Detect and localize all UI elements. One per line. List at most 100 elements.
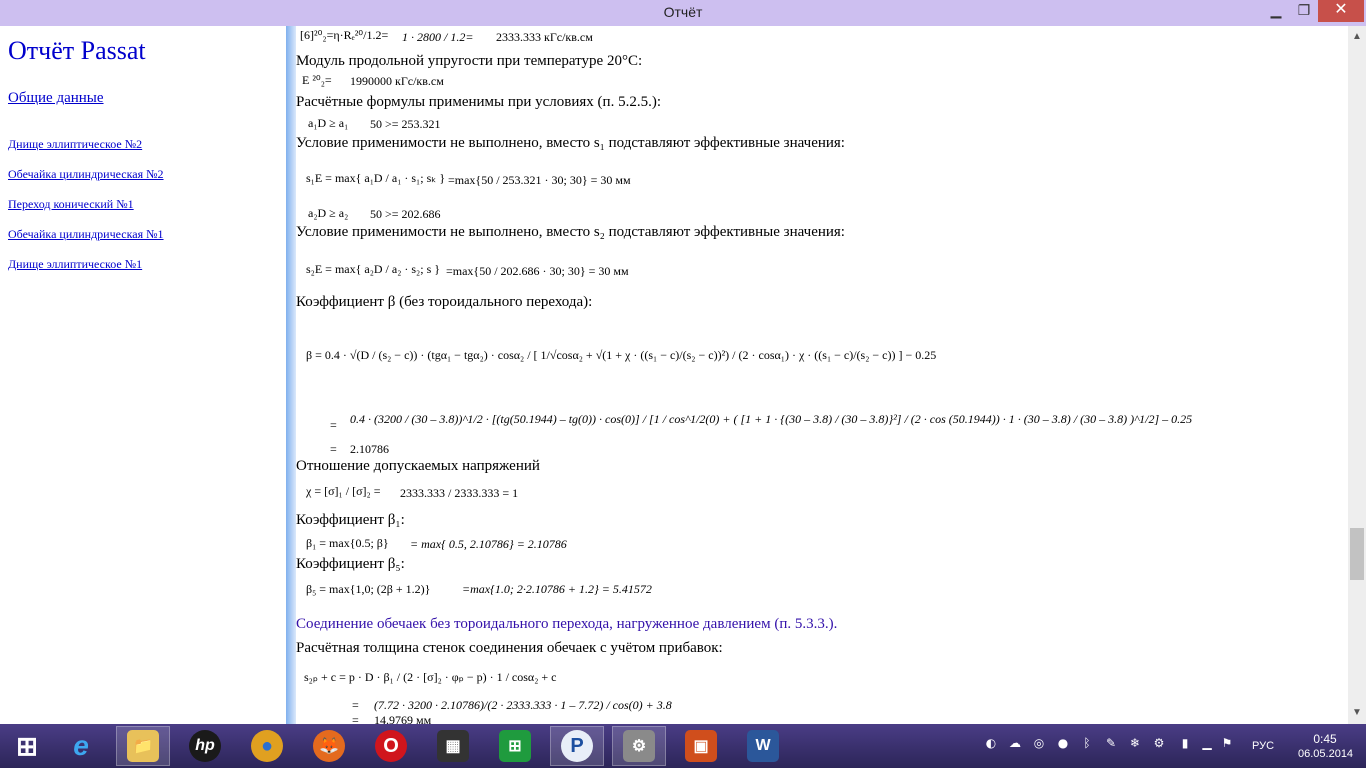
opera-icon: O — [375, 730, 407, 762]
section-heading: Условие применимости не выполнено, вмест… — [296, 224, 845, 240]
formula-result: 50 >= 202.686 — [370, 207, 441, 221]
formula-line: a₂D ≥ a₂ — [308, 206, 349, 220]
taskbar-store[interactable]: ⊞ — [488, 726, 542, 766]
language-indicator[interactable]: РУС — [1252, 740, 1274, 752]
taskbar-word[interactable]: W — [736, 726, 790, 766]
sidebar-link-cylinder-shell-1[interactable]: Обечайка цилиндрическая №1 — [8, 227, 164, 242]
section-heading: Расчётная толщина стенок соединения обеч… — [296, 640, 723, 656]
report-content: [6]²⁰₂=η·Rₑ²⁰/1.2= 1 · 2800 / 1.2= 2333.… — [296, 26, 1348, 724]
formula-result: 2333.333 / 2333.333 = 1 — [400, 486, 519, 500]
taskbar-powerpoint[interactable]: ▣ — [674, 726, 728, 766]
formula-result: 1990000 кГс/кв.см — [350, 74, 444, 88]
section-heading: Модуль продольной упругости при температ… — [296, 53, 643, 69]
signal-icon[interactable]: ▁ — [1200, 736, 1214, 750]
app-title: Отчёт Passat — [8, 36, 146, 65]
formula-line: = — [330, 418, 337, 432]
flag-icon[interactable]: ⚑ — [1220, 736, 1234, 750]
formula-result: = max{ 0.5, 2.10786} = 2.10786 — [410, 537, 567, 551]
sidebar-link-cylinder-shell-2[interactable]: Обечайка цилиндрическая №2 — [8, 167, 164, 182]
taskbar-opera[interactable]: O — [364, 726, 418, 766]
formula-line: s₂E = max{ a₂D / a₂ · s₂; s } — [306, 262, 441, 276]
snowflake-icon[interactable]: ❄ — [1128, 736, 1142, 750]
sidebar-link-elliptic-head-2[interactable]: Днище эллиптическое №2 — [8, 137, 142, 152]
antivirus-icon[interactable]: ● — [1056, 736, 1070, 750]
title-bar: Отчёт ▁ ❐ ✕ — [0, 0, 1366, 26]
section-heading: Коэффициент β₁: — [296, 512, 405, 528]
taskbar: ⊞ e 📁 hp ● 🦊 O ▦ ⊞ P ⚙ ▣ W ◐ ☁ ◎ ● ᛒ ✎ ❄… — [0, 724, 1366, 768]
file-explorer-icon: 📁 — [127, 730, 159, 762]
pen-icon[interactable]: ✎ — [1104, 736, 1118, 750]
sidebar-link-conical-transition-1[interactable]: Переход конический №1 — [8, 197, 134, 212]
formula-result: 50 >= 253.321 — [370, 117, 441, 131]
clock-date: 06.05.2014 — [1298, 748, 1354, 760]
decorative-gradient-bar — [286, 26, 296, 724]
battery-icon[interactable]: ▮ — [1178, 736, 1192, 750]
firefox-icon: 🦊 — [313, 730, 345, 762]
formula-line: s₂ₚ + c = p · D · β₁ / (2 · [σ]₂ · φₚ − … — [304, 670, 557, 684]
formula-line: β = 0.4 · √(D / (s₂ − c)) · (tgα₁ − tgα₂… — [306, 348, 937, 362]
internet-explorer-icon: e — [73, 730, 89, 761]
taskbar-hp[interactable]: hp — [178, 726, 232, 766]
formula-line: a₁D ≥ a₁ — [308, 116, 349, 130]
formula-result: =max{50 / 202.686 · 30; 30} = 30 мм — [446, 264, 629, 278]
formula-line: = — [352, 698, 359, 712]
formula-line: β₅ = max{1,0; (2β + 1.2)} — [306, 582, 431, 596]
settings-icon[interactable]: ⚙ — [1152, 736, 1166, 750]
taskbar-chrome[interactable]: ● — [240, 726, 294, 766]
store-icon: ⊞ — [499, 730, 531, 762]
taskbar-cad[interactable]: ⚙ — [612, 726, 666, 766]
vertical-scrollbar[interactable]: ▲ ▼ — [1348, 26, 1366, 724]
section-heading: Коэффициент β₅: — [296, 556, 405, 572]
formula-line: β₁ = max{0.5; β} — [306, 536, 389, 550]
formula-result: =max{1.0; 2·2.10786 + 1.2} = 5.41572 — [462, 582, 652, 596]
app-grid-icon: ▦ — [437, 730, 469, 762]
section-heading: Условие применимости не выполнено, вмест… — [296, 135, 845, 151]
scroll-up-icon[interactable]: ▲ — [1348, 28, 1366, 46]
close-button[interactable]: ✕ — [1318, 0, 1364, 22]
formula-line: = — [352, 713, 359, 724]
cad-icon: ⚙ — [623, 730, 655, 762]
formula-result: 14.9769 мм — [374, 713, 432, 724]
formula-line: E ²⁰₂= — [302, 73, 332, 87]
formula-result: =max{50 / 253.321 · 30; 30} = 30 мм — [448, 173, 631, 187]
section-heading: Коэффициент β (без тороидального переход… — [296, 294, 593, 310]
formula-line: χ = [σ]₁ / [σ]₂ = — [306, 484, 381, 498]
section-heading: Расчётные формулы применимы при условиях… — [296, 94, 661, 110]
window-title: Отчёт — [663, 4, 703, 20]
bluetooth-icon[interactable]: ᛒ — [1080, 736, 1094, 750]
clock[interactable]: 0:45 06.05.2014 — [1298, 732, 1354, 760]
formula-line: = — [330, 442, 337, 456]
formula-substitution: 1 · 2800 / 1.2= — [402, 30, 474, 44]
section-title: Соединение обечаек без тороидального пер… — [296, 616, 838, 632]
passat-icon: P — [561, 730, 593, 762]
taskbar-explorer[interactable]: 📁 — [116, 726, 170, 766]
maximize-button[interactable]: ❐ — [1290, 0, 1318, 22]
windows-logo-icon: ⊞ — [16, 730, 38, 761]
scroll-down-icon[interactable]: ▼ — [1348, 704, 1366, 722]
sidebar-link-elliptic-head-1[interactable]: Днище эллиптическое №1 — [8, 257, 142, 272]
sync-icon[interactable]: ◎ — [1032, 736, 1046, 750]
chrome-icon: ● — [251, 730, 283, 762]
taskbar-firefox[interactable]: 🦊 — [302, 726, 356, 766]
hp-icon: hp — [189, 730, 221, 762]
taskbar-ie[interactable]: e — [54, 726, 108, 766]
formula-result: 2.10786 — [350, 442, 389, 456]
formula-result: 2333.333 кГс/кв.см — [496, 30, 593, 44]
formula-substitution: (7.72 · 3200 · 2.10786)/(2 · 2333.333 · … — [374, 698, 672, 712]
sidebar-link-general[interactable]: Общие данные — [8, 90, 104, 107]
clock-time: 0:45 — [1313, 732, 1337, 746]
formula-substitution: 0.4 · (3200 / (30 – 3.8))^1/2 · [(tg(50.… — [350, 412, 1193, 426]
scroll-thumb[interactable] — [1350, 528, 1364, 580]
network-icon[interactable]: ◐ — [984, 736, 998, 750]
sidebar: Отчёт Passat Общие данные Днище эллиптич… — [0, 26, 286, 724]
section-heading: Отношение допускаемых напряжений — [296, 458, 540, 474]
powerpoint-icon: ▣ — [685, 730, 717, 762]
minimize-button[interactable]: ▁ — [1262, 0, 1290, 22]
taskbar-passat[interactable]: P — [550, 726, 604, 766]
taskbar-app-8[interactable]: ▦ — [426, 726, 480, 766]
cloud-icon[interactable]: ☁ — [1008, 736, 1022, 750]
start-button[interactable]: ⊞ — [0, 726, 54, 766]
word-icon: W — [747, 730, 779, 762]
formula-line: [6]²⁰₂=η·Rₑ²⁰/1.2= — [300, 28, 389, 42]
formula-line: s₁E = max{ a₁D / a₁ · s₁; sₖ } — [306, 171, 446, 185]
